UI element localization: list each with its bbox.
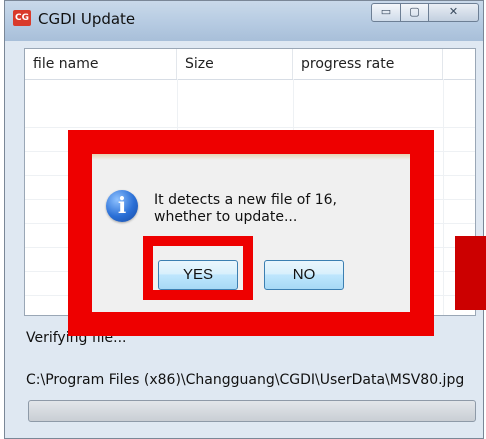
info-icon: i (106, 190, 138, 222)
column-file-name[interactable]: file name (25, 49, 177, 79)
column-size[interactable]: Size (177, 49, 293, 79)
red-highlight-frame (68, 130, 434, 336)
progress-bar (28, 400, 476, 422)
no-button[interactable]: NO (264, 260, 344, 290)
list-row (25, 103, 475, 128)
column-progress-rate[interactable]: progress rate (293, 49, 443, 79)
cgdi-app-icon: CG (13, 10, 31, 26)
maximize-button[interactable]: ▢ (401, 3, 429, 22)
list-header: file name Size progress rate (25, 49, 475, 80)
file-path-text: C:\Program Files (x86)\Changguang\CGDI\U… (26, 372, 465, 388)
title-bar[interactable]: CG CGDI Update ▭ ▢ ✕ (5, 1, 483, 41)
minimize-button[interactable]: ▭ (371, 3, 401, 22)
close-button[interactable]: ✕ (429, 3, 479, 22)
window-title: CGDI Update (38, 10, 136, 28)
dialog-message: It detects a new file of 16, whether to … (154, 192, 337, 225)
red-highlight-mark (455, 236, 486, 310)
yes-button[interactable]: YES (158, 260, 238, 290)
